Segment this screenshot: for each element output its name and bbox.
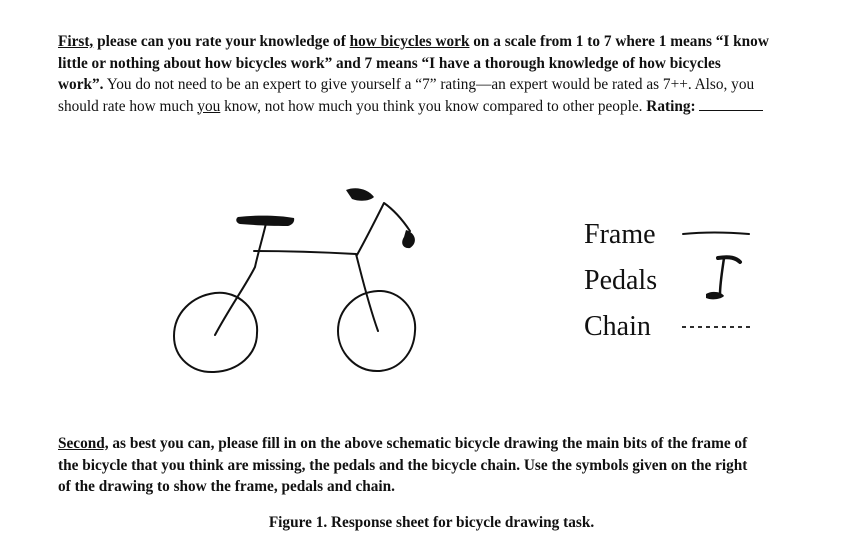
instruction-paragraph-1: First, please can you rate your knowledg… xyxy=(58,31,770,117)
rating-label: Rating: xyxy=(646,97,696,115)
tail-text: know, not how much you think you know co… xyxy=(220,97,647,115)
frame-symbol-icon xyxy=(682,231,750,235)
second-text: as best you can, please fill in on the a… xyxy=(58,435,748,495)
legend-pedals-label: Pedals xyxy=(584,265,658,296)
you-text: you xyxy=(197,97,221,115)
first-label: First, xyxy=(58,33,94,50)
handlebar-end xyxy=(402,230,415,249)
top-tube xyxy=(253,250,357,255)
figure-caption: Figure 1. Response sheet for bicycle dra… xyxy=(268,514,595,531)
second-label: Second, xyxy=(58,435,109,452)
pedal-symbol-icon xyxy=(706,255,742,300)
saddle xyxy=(236,215,295,226)
handlebar-grip xyxy=(346,188,374,201)
rating-blank[interactable] xyxy=(699,98,764,111)
topic-text: how bicycles work xyxy=(349,33,470,50)
seat-post xyxy=(214,218,268,336)
front-wheel xyxy=(337,289,417,372)
fork xyxy=(355,253,379,332)
intro-text: please can you rate your knowledge of xyxy=(93,33,350,50)
legend-chain-label: Chain xyxy=(584,311,651,342)
handlebar-stem xyxy=(356,202,411,256)
chain-symbol-icon xyxy=(682,326,752,328)
bicycle-drawing xyxy=(173,188,417,374)
legend-frame-label: Frame xyxy=(584,219,656,250)
instruction-paragraph-2: Second, as best you can, please fill in … xyxy=(58,433,758,498)
